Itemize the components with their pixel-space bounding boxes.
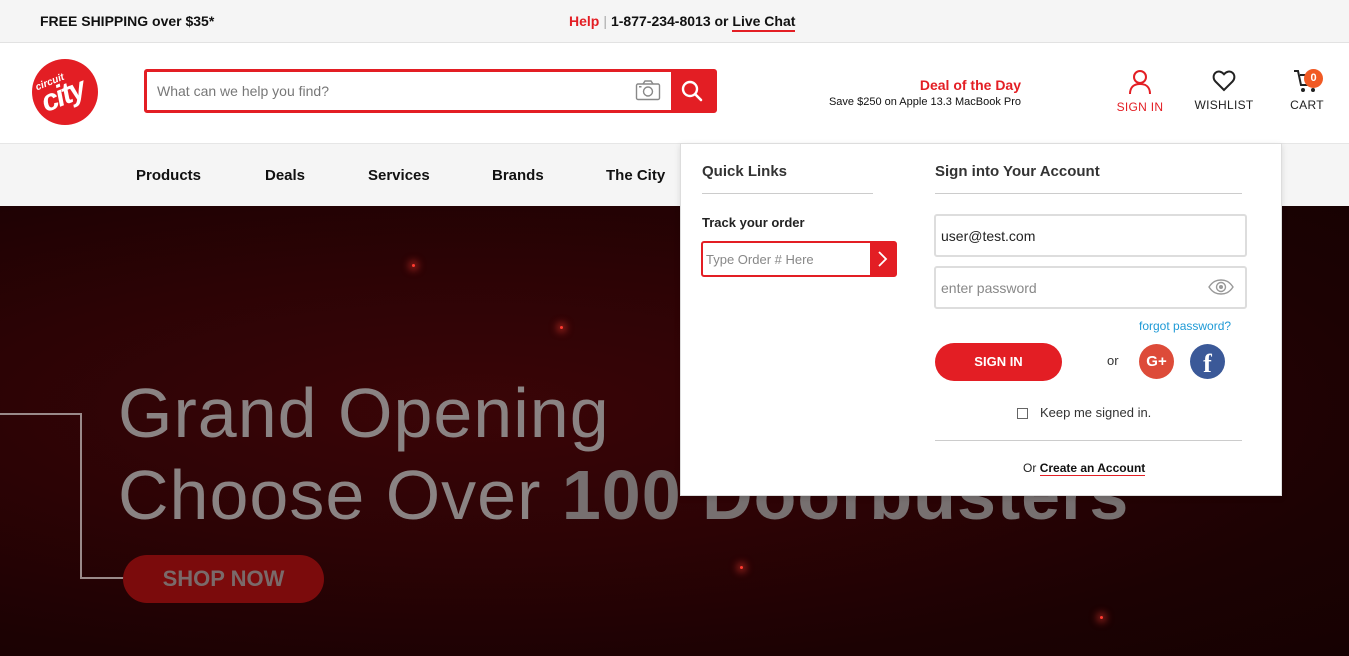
google-plus-icon[interactable]: G+ — [1139, 344, 1174, 379]
track-order-form — [701, 241, 897, 277]
live-chat-link[interactable]: Live Chat — [732, 13, 796, 32]
email-field — [934, 214, 1247, 257]
sign-in-label: SIGN IN — [1116, 100, 1164, 114]
sign-in-title: Sign into Your Account — [935, 163, 1100, 180]
circuit-line — [0, 413, 82, 415]
divider — [935, 193, 1242, 194]
user-icon — [1129, 70, 1151, 95]
search-input[interactable] — [157, 72, 627, 110]
quick-links-title: Quick Links — [702, 163, 788, 180]
nav-item-brands[interactable]: Brands — [492, 167, 544, 184]
deal-of-the-day[interactable]: Deal of the Day Save $250 on Apple 13.3 … — [800, 77, 1021, 108]
divider — [702, 193, 873, 194]
order-number-input[interactable] — [706, 243, 866, 275]
site-header: circuit city Deal of the Day Save $250 o… — [0, 43, 1349, 143]
camera-icon[interactable] — [635, 79, 661, 103]
glow-dot — [412, 264, 415, 267]
search-icon — [681, 80, 703, 102]
wishlist-label: WISHLIST — [1194, 98, 1254, 112]
circuit-line — [80, 577, 125, 579]
separator: | — [603, 13, 607, 29]
nav-item-deals[interactable]: Deals — [265, 167, 305, 184]
chevron-right-icon — [878, 251, 888, 267]
cart-count-badge: 0 — [1304, 69, 1323, 88]
search-bar — [144, 69, 717, 113]
track-order-button[interactable] — [870, 243, 895, 275]
glow-dot — [1100, 616, 1103, 619]
nav-item-services[interactable]: Services — [368, 167, 430, 184]
cart-label: CART — [1290, 98, 1324, 112]
eye-icon[interactable] — [1208, 279, 1234, 300]
facebook-icon[interactable]: f — [1190, 344, 1225, 379]
cart-button[interactable]: 0 CART — [1280, 69, 1334, 112]
keep-signed-in-label: Keep me signed in. — [1040, 405, 1152, 420]
deal-text: Save $250 on Apple 13.3 MacBook Pro — [828, 96, 1021, 108]
keep-signed-in-checkbox[interactable] — [1017, 408, 1028, 419]
password-input[interactable] — [941, 268, 1201, 307]
or-text: or — [1107, 353, 1119, 368]
forgot-password-link[interactable]: forgot password? — [1139, 319, 1231, 333]
sign-in-button[interactable]: SIGN IN — [1110, 69, 1170, 114]
phone-number: 1-877-234-8013 or — [610, 13, 729, 29]
circuit-city-logo[interactable]: circuit city — [32, 59, 98, 125]
deal-title: Deal of the Day — [919, 77, 1021, 93]
password-field — [934, 266, 1247, 309]
sign-in-submit-button[interactable]: SIGN IN — [935, 343, 1062, 381]
circuit-line — [80, 413, 82, 579]
shop-now-button[interactable]: SHOP NOW — [123, 555, 324, 603]
account-dropdown: Quick Links Track your order Sign into Y… — [680, 143, 1282, 496]
nav-item-the-city[interactable]: The City — [606, 167, 665, 184]
create-account-link[interactable]: Create an Account — [1039, 461, 1146, 476]
heart-icon — [1212, 70, 1236, 92]
nav-item-products[interactable]: Products — [136, 167, 201, 184]
divider — [935, 440, 1242, 441]
track-order-label: Track your order — [702, 215, 805, 230]
wishlist-button[interactable]: WISHLIST — [1192, 69, 1256, 112]
glow-dot — [560, 326, 563, 329]
search-button[interactable] — [671, 72, 714, 110]
create-account-row: Or Create an Account — [1023, 461, 1146, 476]
glow-dot — [740, 566, 743, 569]
hero-headline-line1: Grand Opening — [118, 374, 610, 452]
contact-info: Help | 1-877-234-8013 or Live Chat — [569, 13, 796, 32]
top-bar: FREE SHIPPING over $35* Help | 1-877-234-8… — [0, 0, 1349, 43]
help-link[interactable]: Help — [569, 13, 599, 29]
email-input[interactable] — [941, 216, 1201, 255]
free-shipping-text: FREE SHIPPING over $35* — [40, 13, 215, 29]
